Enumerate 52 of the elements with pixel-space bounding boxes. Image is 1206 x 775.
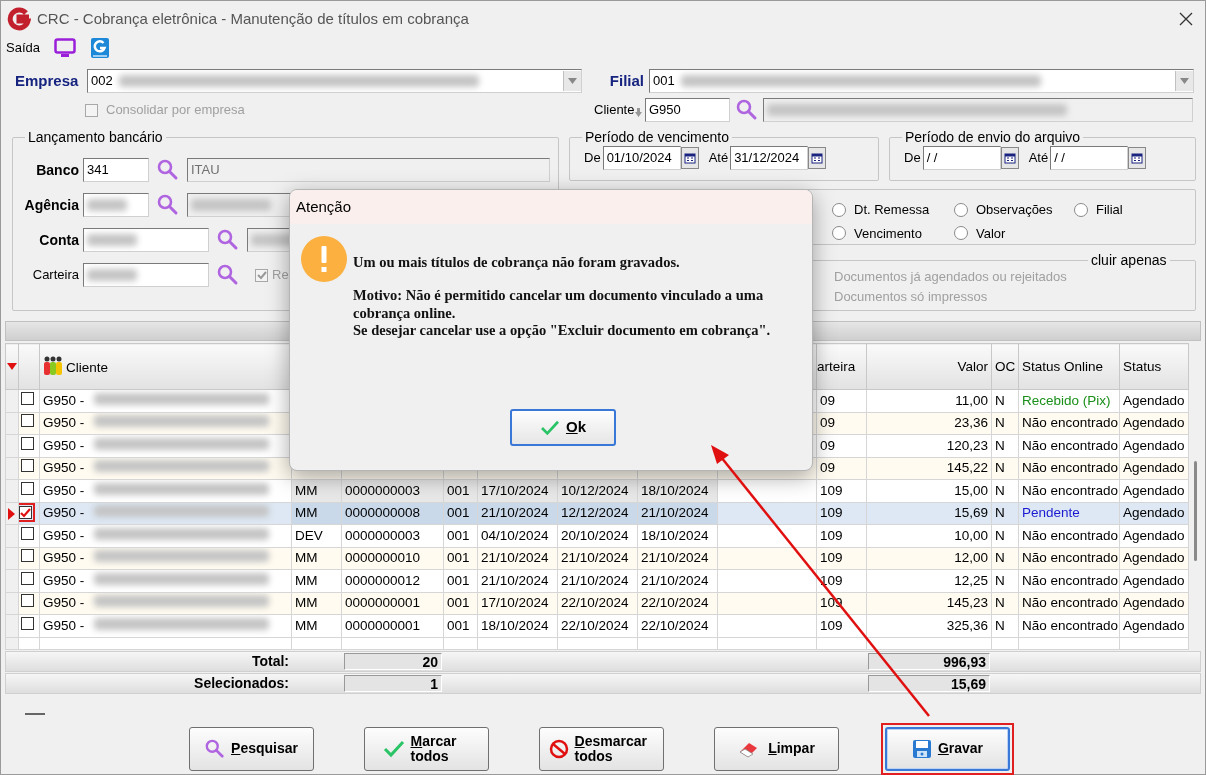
field-label: Até — [708, 149, 729, 168]
amount-cell: 15,69 — [866, 502, 992, 525]
client-cell: G950 - — [39, 457, 292, 480]
client-cell: G950 - — [39, 524, 292, 547]
checkbox-label: Documentos só impressos — [834, 288, 989, 306]
dialog-message: Motivo: Não é permitido cancelar um documento vinculado a uma cobrança online. — [353, 287, 765, 323]
radio-label: Vencimento — [854, 224, 922, 243]
client-cell: G950 - — [39, 547, 292, 570]
field-label: De — [584, 149, 601, 168]
count-field: 20 — [344, 652, 442, 670]
amount-cell: 12,00 — [866, 547, 992, 570]
client-cell: G950 - — [39, 614, 292, 637]
field-label: Agência — [23, 195, 79, 215]
checkbox-label: Re — [272, 266, 289, 285]
client-cell: G950 - — [39, 434, 292, 457]
description-field: ITAU — [187, 158, 550, 182]
client-cell: G950 - — [39, 502, 292, 525]
group-title: Período de vencimento — [584, 130, 730, 144]
group-title: Lançamento bancário — [27, 130, 164, 144]
field-label: Banco — [35, 160, 79, 180]
total-field: 996,93 — [868, 652, 990, 670]
field-label: Filial — [608, 70, 644, 91]
totals-label: Selecionados: — [193, 673, 289, 693]
field-label: De — [904, 149, 921, 168]
client-cell: G950 - — [39, 412, 292, 435]
field-label: Empresa — [15, 70, 77, 91]
totals-label: Total: — [250, 651, 289, 671]
radio-label: Dt. Remessa — [854, 201, 930, 219]
amount-cell: 145,22 — [866, 457, 992, 480]
checkbox-label: Consolidar por empresa — [106, 101, 245, 120]
group-title: Período de envio do arquivo — [904, 130, 1082, 144]
field-label: Carteira — [31, 266, 79, 285]
checkbox-label: Documentos já agendados ou rejeitados — [834, 268, 1068, 286]
field-label: Cliente — [594, 101, 634, 120]
client-cell: G950 - — [39, 479, 292, 502]
amount-cell: 145,23 — [866, 592, 992, 615]
radio-label: Valor — [976, 224, 1006, 243]
dialog-title: Atenção — [290, 190, 812, 224]
radio-label: Observações — [976, 201, 1053, 219]
dialog-message: Um ou mais títulos de cobrança não foram gravados. — [353, 254, 681, 272]
count-field: 1 — [344, 674, 442, 692]
amount-cell: 23,36 — [866, 412, 992, 435]
client-cell: G950 - — [39, 389, 292, 412]
window-title: CRC - Cobrança eletrônica - Manutenção de títulos em cobrança — [37, 8, 469, 29]
client-cell: G950 - — [39, 569, 292, 592]
group-title: cluir apenas — [1090, 253, 1168, 267]
client-cell: G950 - — [39, 592, 292, 615]
dialog-message: Se desejar cancelar use a opção "Excluir documento em cobrança". — [353, 322, 772, 340]
field-label: Até — [1028, 149, 1049, 168]
field-label: Conta — [38, 230, 79, 250]
radio-label: Filial — [1096, 201, 1123, 219]
total-field: 15,69 — [868, 674, 990, 692]
